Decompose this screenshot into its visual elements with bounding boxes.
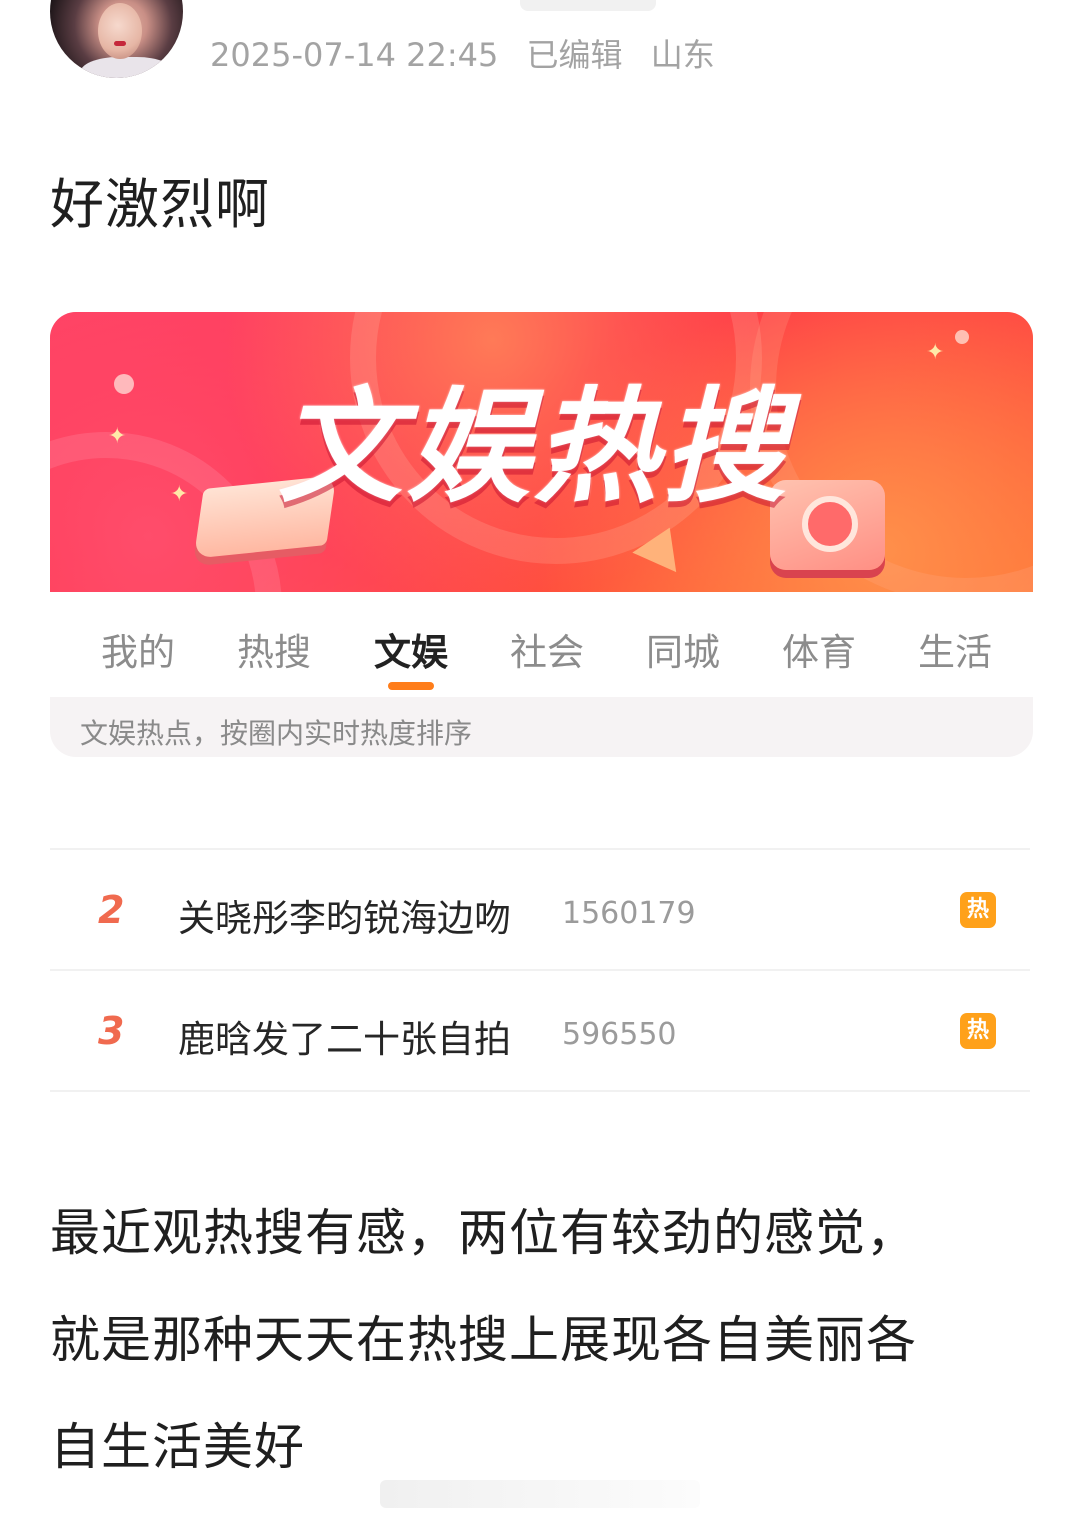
heat-count: 596550	[562, 1017, 677, 1052]
hot-search-list: 2 关晓彤李昀锐海边吻 1560179 热 3 鹿晗发了二十张自拍 596550…	[50, 848, 1030, 1092]
hot-badge: 热	[960, 892, 996, 928]
camera-lens	[802, 496, 858, 552]
banner-dot	[114, 374, 134, 394]
tab-hot-search[interactable]: 热搜	[237, 622, 311, 676]
tab-sports[interactable]: 体育	[782, 622, 856, 676]
post-body-line: 就是那种天天在热搜上展现各自美丽各	[50, 1311, 917, 1369]
rank-number: 3	[98, 1009, 125, 1053]
hot-badge: 热	[960, 1013, 996, 1049]
heat-count: 1560179	[562, 896, 696, 931]
post-body-line: 最近观热搜有感，两位有较劲的感觉，	[50, 1204, 917, 1262]
active-tab-indicator	[388, 682, 434, 690]
category-tabs: 我的 热搜 文娱 社会 同城 体育 生活	[50, 592, 1033, 697]
post-intro-text: 好激烈啊	[50, 173, 270, 236]
hot-search-row[interactable]: 2 关晓彤李昀锐海边吻 1560179 热	[50, 848, 1030, 969]
card-subtitle: 文娱热点，按圈内实时热度排序	[80, 717, 473, 750]
hot-search-row[interactable]: 3 鹿晗发了二十张自拍 596550 热	[50, 969, 1030, 1092]
avatar[interactable]	[50, 0, 183, 78]
tab-life[interactable]: 生活	[918, 622, 992, 676]
sparkle-icon: ✦	[108, 424, 127, 449]
watermark	[380, 1480, 700, 1508]
topic-title[interactable]: 关晓彤李昀锐海边吻	[178, 888, 511, 942]
banner-dot	[955, 330, 969, 344]
avatar-face	[98, 3, 142, 59]
tab-mine[interactable]: 我的	[101, 622, 175, 676]
rank-number: 2	[98, 888, 125, 932]
hot-search-card[interactable]: ✦ ✦ ✦ 文娱热搜 我的 热搜 文娱 社会 同城 体育 生活 文娱热点，按圈内…	[50, 312, 1033, 757]
sparkle-icon: ✦	[170, 482, 189, 507]
edited-label[interactable]: 已编辑	[527, 36, 623, 74]
topic-title[interactable]: 鹿晗发了二十张自拍	[178, 1009, 511, 1063]
post-header: 2025-07-14 22:45 已编辑 山东	[50, 0, 1030, 85]
post-timestamp: 2025-07-14 22:45	[210, 36, 499, 74]
avatar-lip	[114, 41, 126, 46]
post-meta: 2025-07-14 22:45 已编辑 山东	[210, 30, 733, 76]
post-body-text: 最近观热搜有感，两位有较劲的感觉， 就是那种天天在热搜上展现各自美丽各 自生活美…	[50, 1180, 1025, 1501]
hot-search-banner: ✦ ✦ ✦ 文娱热搜	[50, 312, 1033, 592]
tab-local[interactable]: 同城	[646, 622, 720, 676]
avatar-shoulder	[80, 57, 175, 78]
user-badge	[520, 0, 656, 11]
tab-entertainment[interactable]: 文娱	[374, 622, 448, 676]
post-location: 山东	[650, 36, 715, 74]
banner-title: 文娱热搜	[278, 376, 791, 520]
sparkle-icon: ✦	[926, 340, 945, 365]
tab-society[interactable]: 社会	[510, 622, 584, 676]
